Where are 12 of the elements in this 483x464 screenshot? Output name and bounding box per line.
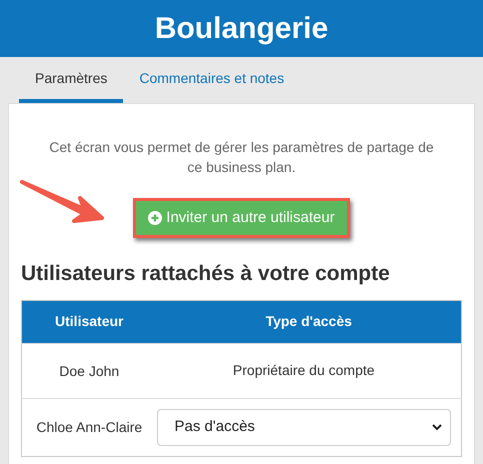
chevron-down-icon — [432, 424, 442, 430]
access-dropdown[interactable]: Pas d'accès — [156, 408, 451, 446]
user-cell: Chloe Ann-Claire — [22, 398, 156, 456]
column-header: Type d'accès — [156, 300, 462, 343]
user-cell: Doe John — [22, 343, 156, 398]
tab[interactable]: Commentaires et notes — [123, 57, 300, 103]
section-heading: Utilisateurs rattachés à votre compte — [21, 261, 391, 287]
page-title: Boulangerie — [154, 11, 328, 47]
intro-text: Cet écran vous permet de gérer les paramètres de partage de ce business plan. — [48, 138, 435, 177]
plus-circle-icon — [148, 211, 162, 225]
access-cell: Propriétaire du compte — [156, 343, 462, 398]
column-header: Utilisateur — [22, 300, 156, 343]
